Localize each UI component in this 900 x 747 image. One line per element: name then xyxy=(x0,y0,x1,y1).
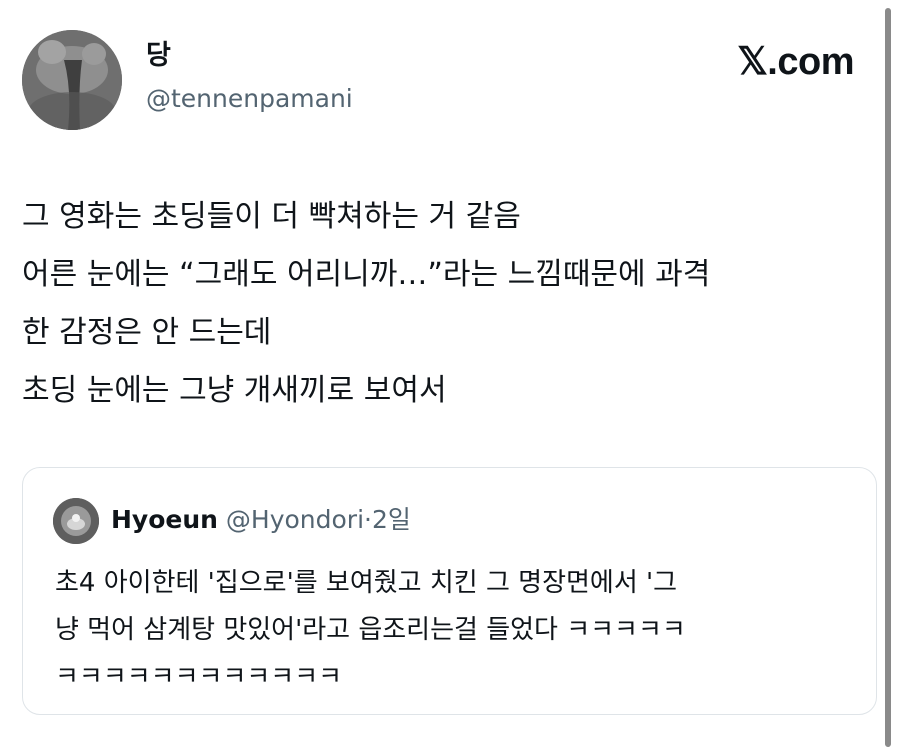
quote-header: Hyoeun @Hyondori·2일 xyxy=(111,504,411,536)
scrollbar[interactable] xyxy=(885,8,891,747)
x-com-logo: 𝕏.com xyxy=(737,41,854,83)
quote-line: ㅋㅋㅋㅋㅋㅋㅋㅋㅋㅋㅋㅋ xyxy=(55,662,343,692)
quote-avatar xyxy=(53,498,99,544)
tweet-line: 초딩 눈에는 그냥 개새끼로 보여서 xyxy=(22,373,447,408)
tweet-line: 어른 눈에는 “그래도 어리니까…”라는 느낌때문에 과격 xyxy=(22,257,711,292)
author-avatar[interactable] xyxy=(22,30,122,130)
author-handle[interactable]: @tennenpamani xyxy=(146,84,353,114)
tweet-line: 그 영화는 초딩들이 더 빡쳐하는 거 같음 xyxy=(22,199,521,234)
quoted-tweet-card[interactable]: Hyoeun @Hyondori·2일 초4 아이한테 '집으로'를 보여줬고 … xyxy=(22,467,877,715)
quote-line: 초4 아이한테 '집으로'를 보여줬고 치킨 그 명장면에서 '그 xyxy=(55,568,678,598)
quote-avatar-icon xyxy=(53,498,99,544)
author-display-name[interactable]: 당 xyxy=(146,40,171,72)
tweet-text: 그 영화는 초딩들이 더 빡쳐하는 거 같음 어른 눈에는 “그래도 어리니까…… xyxy=(22,188,872,420)
author-avatar-icon xyxy=(22,30,122,130)
quote-text: 초4 아이한테 '집으로'를 보여줬고 치킨 그 명장면에서 '그 냥 먹어 삼… xyxy=(55,560,855,701)
quote-author-name[interactable]: Hyoeun xyxy=(111,505,218,534)
quote-author-handle[interactable]: @Hyondori xyxy=(226,505,364,534)
quote-line: 냥 먹어 삼계탕 맛있어'라고 읍조리는걸 들었다 ㅋㅋㅋㅋㅋ xyxy=(55,615,686,645)
quote-separator: · xyxy=(364,505,372,534)
tweet-line: 한 감정은 안 드는데 xyxy=(22,315,272,350)
quote-timestamp[interactable]: 2일 xyxy=(372,505,411,534)
